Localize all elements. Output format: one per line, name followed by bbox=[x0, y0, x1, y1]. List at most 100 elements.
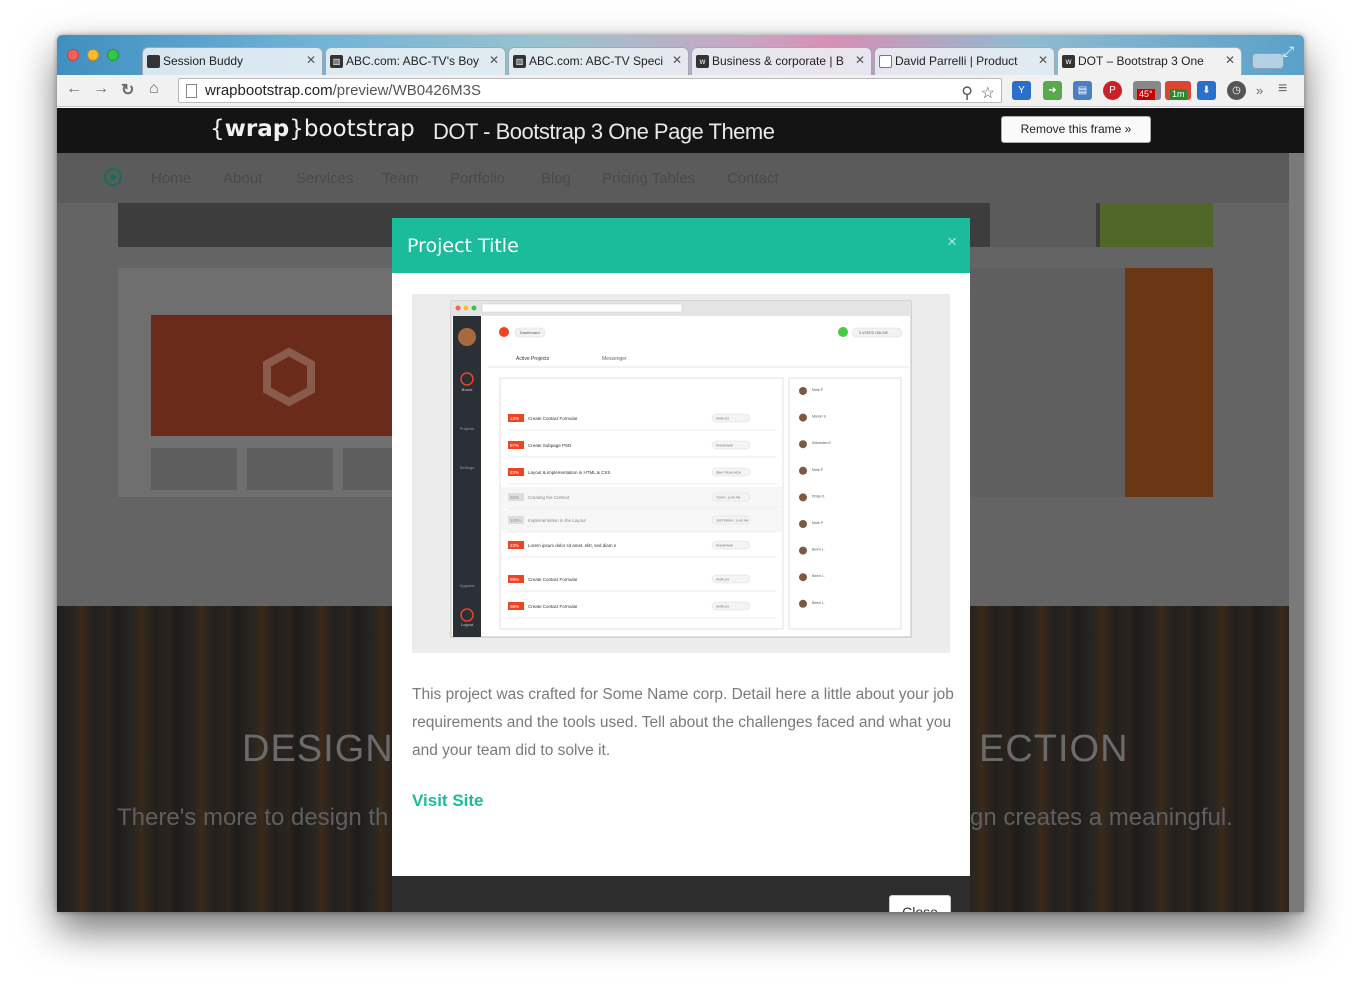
tab-close-icon[interactable]: ✕ bbox=[306, 53, 316, 67]
nav-blog[interactable]: Blog bbox=[541, 170, 571, 187]
ss-activity-name: Mark P. bbox=[812, 468, 824, 472]
portfolio-item-green[interactable] bbox=[1100, 203, 1213, 247]
tab-close-icon[interactable]: ✕ bbox=[1225, 53, 1235, 67]
hero-text-right: gn creates a meaningful. bbox=[970, 804, 1233, 831]
tab-abc-1[interactable]: ▥ ABC.com: ABC-TV's Boy ✕ bbox=[325, 47, 506, 75]
tab-label: David Parrelli | Product bbox=[895, 54, 1018, 68]
tab-close-icon[interactable]: ✕ bbox=[672, 53, 682, 67]
portfolio-item-top-right[interactable] bbox=[990, 203, 1096, 247]
tab-label: Session Buddy bbox=[163, 54, 244, 68]
ss-side-projects: Projects bbox=[460, 426, 474, 431]
ss-project-tag: WORLDS bbox=[716, 417, 729, 421]
ss-side-logout: Logout bbox=[461, 622, 474, 627]
pinterest-icon[interactable]: P bbox=[1103, 81, 1122, 100]
tab-label: ABC.com: ABC-TV Speci bbox=[529, 54, 664, 68]
clock-icon[interactable]: ◷ bbox=[1227, 81, 1246, 100]
logo-text: bootstrap bbox=[303, 116, 415, 142]
project-modal: Project Title × Board Projects Settings … bbox=[392, 218, 970, 912]
nav-team[interactable]: Team bbox=[382, 170, 419, 187]
site-logo-icon[interactable] bbox=[104, 168, 122, 186]
ss-project-name: Lorem ipsum dolor sit amet, elitr, sed d… bbox=[528, 543, 617, 548]
ss-side-board: Board bbox=[462, 387, 473, 392]
tab-close-icon[interactable]: ✕ bbox=[1038, 53, 1048, 67]
portfolio-thumb bbox=[151, 448, 237, 490]
ss-dashboard: Dashboard bbox=[520, 330, 540, 335]
wrapbootstrap-logo[interactable]: {wrap}bootstrap bbox=[210, 116, 415, 142]
ss-project-name: Create Contact Formular bbox=[528, 416, 578, 421]
columns-icon: ▥ bbox=[330, 55, 343, 68]
forward-icon[interactable]: → bbox=[93, 80, 109, 98]
nav-portfolio[interactable]: Portfolio bbox=[450, 170, 505, 187]
modal-title: Project Title bbox=[407, 235, 519, 257]
close-button[interactable]: Close bbox=[889, 895, 951, 912]
key-icon[interactable]: ⚲ bbox=[961, 83, 973, 103]
nav-contact[interactable]: Contact bbox=[727, 170, 779, 187]
ss-project-tag: YESTERDAY, 12:42 PM bbox=[716, 519, 749, 523]
modal-close-icon[interactable]: × bbox=[947, 232, 957, 252]
fullscreen-icon[interactable]: ⤢ bbox=[1283, 43, 1294, 60]
ss-progress-text: 100% bbox=[510, 518, 522, 523]
ss-project-name: Layout & implementation in HTML & CSS bbox=[528, 470, 610, 475]
hero-heading-left: DESIGN bbox=[242, 728, 394, 770]
tab-dot-active[interactable]: w DOT – Bootstrap 3 One ✕ bbox=[1057, 47, 1242, 75]
menu-icon[interactable]: ≡ bbox=[1278, 80, 1287, 98]
weather-icon[interactable]: 45° bbox=[1133, 81, 1161, 100]
logo-bold: wrap bbox=[224, 116, 290, 142]
tab-close-icon[interactable]: ✕ bbox=[489, 53, 499, 67]
ss-activity-name: Philip O. bbox=[812, 494, 825, 498]
download-icon[interactable]: ⬇ bbox=[1197, 81, 1216, 100]
extension-window-icon[interactable]: ▤ bbox=[1073, 81, 1092, 100]
minimize-window-button[interactable] bbox=[87, 49, 99, 61]
ss-online: 5 USERS ONLINE bbox=[859, 331, 889, 335]
project-description: This project was crafted for Some Name c… bbox=[412, 686, 954, 759]
bookmark-star-icon[interactable]: ☆ bbox=[981, 83, 995, 103]
hero-heading-right: ECTION bbox=[979, 728, 1129, 770]
extension-arrow-icon[interactable]: ➜ bbox=[1043, 81, 1062, 100]
ss-side-settings: Settings bbox=[460, 465, 474, 470]
portfolio-item-branding[interactable] bbox=[118, 268, 408, 497]
more-extensions-icon[interactable]: » bbox=[1256, 83, 1263, 98]
tab-abc-2[interactable]: ▥ ABC.com: ABC-TV Speci ✕ bbox=[508, 47, 689, 75]
back-icon[interactable]: ← bbox=[66, 80, 82, 98]
theme-title: DOT - Bootstrap 3 One Page Theme bbox=[433, 119, 775, 144]
session-icon bbox=[147, 55, 160, 68]
portfolio-red-panel bbox=[151, 315, 408, 436]
close-window-button[interactable] bbox=[67, 49, 79, 61]
tab-session-buddy[interactable]: Session Buddy ✕ bbox=[142, 47, 323, 75]
ss-progress-text: 23% bbox=[510, 416, 519, 421]
portfolio-orange-panel bbox=[1125, 268, 1213, 497]
url-path: /preview/WB0426M3S bbox=[332, 82, 481, 99]
ss-project-name: Create Contact Formular bbox=[528, 604, 578, 609]
logo-brace: } bbox=[289, 116, 304, 142]
zoom-window-button[interactable] bbox=[107, 49, 119, 61]
remove-frame-button[interactable]: Remove this frame » bbox=[1001, 116, 1151, 143]
reload-icon[interactable]: ↻ bbox=[121, 80, 134, 100]
address-bar[interactable]: wrapbootstrap.com/preview/WB0426M3S ⚲ ☆ bbox=[178, 78, 1002, 103]
visit-site-link[interactable]: Visit Site bbox=[412, 791, 484, 811]
timer-icon[interactable]: 1m bbox=[1165, 81, 1191, 100]
wrap-icon: w bbox=[696, 55, 709, 68]
weather-badge: 45° bbox=[1137, 89, 1155, 100]
nav-services[interactable]: Services bbox=[296, 170, 354, 187]
ss-activity-name: Benni L. bbox=[812, 601, 825, 605]
ss-activity-name: Sebastian K. bbox=[812, 441, 832, 445]
site-navbar: Home About Services Team Portfolio Blog … bbox=[57, 153, 1289, 203]
tab-david-parrelli[interactable]: David Parrelli | Product ✕ bbox=[874, 47, 1055, 75]
portfolio-item-wireframe[interactable] bbox=[970, 268, 1213, 497]
ss-project-tag: WORLDS bbox=[716, 578, 729, 582]
extension-y-icon[interactable]: Y bbox=[1012, 81, 1031, 100]
project-screenshot-svg: Board Projects Settings Upgrade Logout D… bbox=[450, 300, 912, 638]
tab-close-icon[interactable]: ✕ bbox=[855, 53, 865, 67]
brand-mark-icon bbox=[263, 347, 315, 407]
new-tab-button[interactable] bbox=[1252, 53, 1284, 69]
ss-activity-name: Benni L. bbox=[812, 574, 825, 578]
page-icon bbox=[186, 84, 197, 98]
timer-badge: 1m bbox=[1170, 89, 1187, 100]
hero-text-left: There's more to design th bbox=[117, 804, 389, 831]
tab-business[interactable]: w Business & corporate | B ✕ bbox=[691, 47, 872, 75]
nav-about[interactable]: About bbox=[223, 170, 262, 187]
ss-project-name: Create Contact Formular bbox=[528, 577, 578, 582]
nav-home[interactable]: Home bbox=[151, 170, 191, 187]
home-icon[interactable]: ⌂ bbox=[149, 80, 159, 98]
nav-pricing-tables[interactable]: Pricing Tables bbox=[602, 170, 695, 187]
